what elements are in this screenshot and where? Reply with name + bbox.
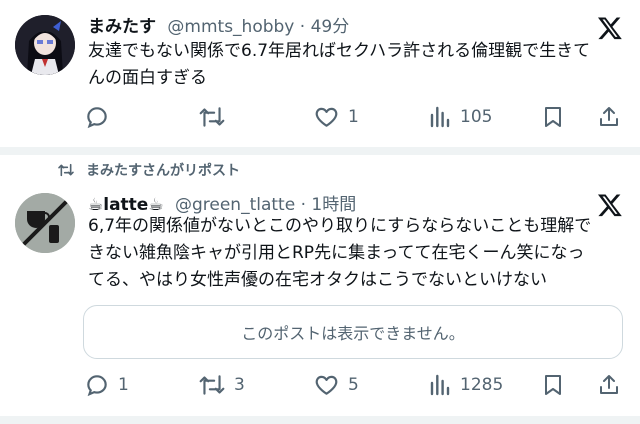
avatar[interactable] (15, 15, 75, 75)
post-header: まみたす @mmts_hobby · 49分 (88, 12, 349, 37)
analytics-icon (430, 106, 450, 128)
post-time[interactable]: 49分 (311, 17, 350, 37)
like-count: 1 (348, 107, 359, 127)
like-button[interactable]: 1 (313, 104, 359, 130)
latte-avatar-icon (15, 193, 75, 253)
repost-icon (58, 163, 74, 177)
quote-unavailable-text: このポストは表示できません。 (241, 324, 465, 343)
reply-button[interactable] (84, 104, 118, 130)
reply-icon (87, 375, 107, 397)
post-divider (0, 416, 640, 424)
display-name[interactable]: まみたす (88, 17, 156, 37)
repost-count: 3 (234, 375, 245, 395)
handle[interactable]: @green_tlatte (175, 195, 295, 215)
bookmark-icon (545, 375, 561, 395)
post-text: 友達でもない関係で6.7年居ればセクハラ許される倫理観で生きて んの面白すぎる (88, 38, 638, 92)
views-button[interactable]: 105 (428, 104, 492, 130)
post-header: ☕latte☕ @green_tlatte · 1時間 (88, 190, 356, 215)
reply-button[interactable]: 1 (84, 372, 129, 398)
views-count: 1285 (460, 375, 504, 395)
post-text-line: んの面白すぎる (88, 68, 207, 88)
post-text-line: 友達でもない関係で6.7年居ればセクハラ許される倫理観で生きて (88, 41, 591, 61)
quoted-post-unavailable[interactable]: このポストは表示できません。 (83, 305, 623, 359)
repost-icon (199, 375, 225, 395)
post-actions: 1 105 (0, 96, 640, 136)
bookmark-button[interactable] (541, 372, 565, 398)
post-text-line: てる、やはり女性声優の在宅オタクはこうでないといけない (88, 270, 547, 290)
share-button[interactable] (597, 372, 621, 398)
repost-button[interactable] (198, 104, 234, 130)
post-time[interactable]: 1時間 (311, 195, 356, 215)
reply-icon (87, 107, 107, 129)
repost-banner[interactable]: まみたすさんがリポスト (56, 160, 240, 180)
display-name[interactable]: ☕latte☕ (88, 195, 164, 215)
share-button[interactable] (597, 104, 621, 130)
views-button[interactable]: 1285 (428, 372, 503, 398)
post-text-line: 6,7年の関係値がないとこのやり取りにすらならないことも理解で (88, 216, 592, 236)
heart-icon (315, 375, 338, 395)
post-divider (0, 147, 640, 155)
post-text-line: きない雑魚陰キャが引用とRP先に集まってて在宅くーん笑になっ (88, 243, 585, 263)
post-actions: 1 3 5 1285 (0, 366, 640, 406)
bookmark-icon (545, 107, 561, 127)
like-count: 5 (348, 375, 359, 395)
share-icon (600, 375, 618, 394)
reply-count: 1 (118, 375, 129, 395)
avatar[interactable] (15, 193, 75, 253)
repost-icon (199, 107, 225, 127)
heart-icon (315, 107, 338, 127)
bookmark-button[interactable] (541, 104, 565, 130)
separator-dot: · (295, 195, 312, 215)
separator-dot: · (294, 17, 311, 37)
handle[interactable]: @mmts_hobby (167, 17, 294, 37)
anime-avatar-icon (15, 15, 75, 75)
analytics-icon (430, 374, 450, 396)
repost-banner-text: まみたすさんがリポスト (86, 163, 240, 179)
like-button[interactable]: 5 (313, 372, 359, 398)
share-icon (600, 107, 618, 126)
repost-button[interactable]: 3 (198, 372, 245, 398)
post-text: 6,7年の関係値がないとこのやり取りにすらならないことも理解で きない雑魚陰キャ… (88, 213, 638, 294)
views-count: 105 (460, 107, 493, 127)
